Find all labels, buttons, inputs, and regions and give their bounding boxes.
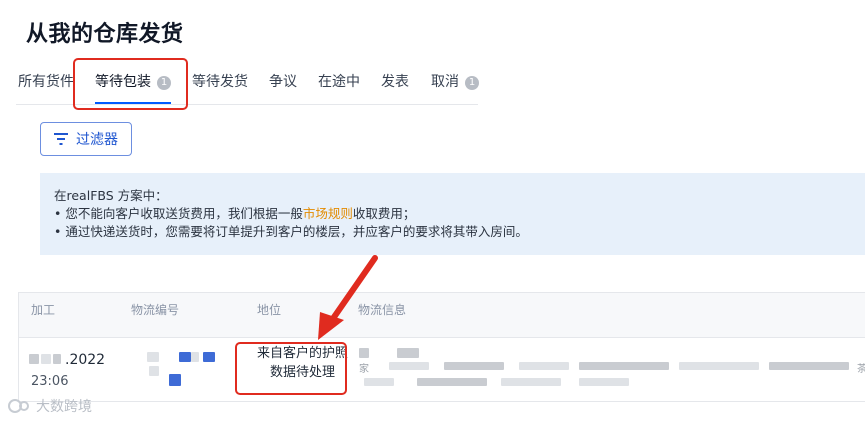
- watermark: 大数跨境: [8, 396, 92, 416]
- watermark-text: 大数跨境: [36, 399, 92, 415]
- watermark-logo-icon: [8, 399, 29, 413]
- annotation-arrow: [318, 255, 378, 340]
